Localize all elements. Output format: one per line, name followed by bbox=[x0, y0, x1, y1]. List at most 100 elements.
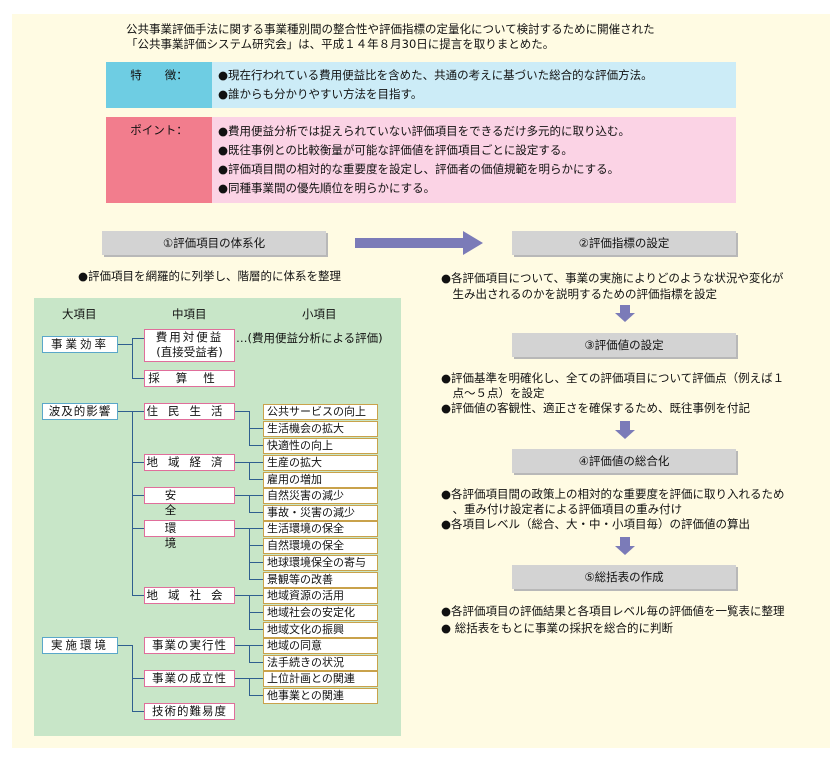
connector-line bbox=[132, 711, 144, 712]
step-3-notes: ●評価基準を明確化し、全ての評価項目について評価点（例えば１ 点〜５点）を設定 … bbox=[441, 371, 836, 416]
mid-item-environment: 環境 bbox=[144, 520, 235, 550]
down-arrow-icon bbox=[615, 546, 635, 555]
connector-line bbox=[249, 629, 263, 630]
step-4-note: 、重み付け設定者による評価項目の重み付け bbox=[441, 502, 683, 516]
major-item-ripple-effects: 波及的影響 bbox=[42, 403, 118, 420]
features-label: 特 徴： bbox=[106, 62, 212, 108]
down-arrow-stem bbox=[620, 421, 630, 430]
mid-item-profitability: 採算性 bbox=[144, 370, 235, 387]
point-item: ●同種事業間の優先順位を明らかにする。 bbox=[218, 181, 436, 195]
connector-line bbox=[249, 445, 263, 446]
down-arrow-stem bbox=[620, 305, 630, 313]
step-5-notes: ●各評価項目の評価結果と各項目レベル毎の評価値を一覧表に整理 ● 総括表をもとに… bbox=[441, 603, 836, 637]
step-5-note: ● 総括表をもとに事業の採択を総合的に判断 bbox=[441, 621, 673, 635]
mid-item-regional-economy: 地域経済 bbox=[144, 454, 235, 471]
connector-line bbox=[118, 645, 132, 646]
feature-item: ●誰からも分かりやすい方法を目指す。 bbox=[218, 87, 423, 101]
connector-line bbox=[249, 428, 263, 429]
point-item: ●既往事例との比較衡量が可能な評価値を評価項目ごとに設定する。 bbox=[218, 143, 573, 157]
cost-benefit-line-1: 費用対便益 bbox=[155, 330, 224, 344]
minor-item: 景観等の改善 bbox=[263, 572, 378, 588]
point-item: ●費用便益分析では捉えられていない評価項目をできるだけ多元的に取り込む。 bbox=[218, 124, 630, 138]
connector-line bbox=[132, 338, 144, 339]
connector-line bbox=[249, 678, 250, 695]
minor-item: 上位計画との関連 bbox=[263, 671, 378, 687]
connector-line bbox=[132, 495, 144, 496]
connector-line bbox=[132, 411, 144, 412]
features-body: ●現在行われている費用便益比を含めた、共通の考えに基づいた総合的な評価方法。 ●… bbox=[212, 62, 736, 108]
mid-item-technical-difficulty: 技術的難易度 bbox=[144, 703, 235, 720]
connector-line bbox=[132, 462, 144, 463]
minor-item: 公共サービスの向上 bbox=[263, 404, 378, 420]
major-item-implementation: 実施環境 bbox=[42, 637, 118, 654]
minor-item: 地球環境保全の寄与 bbox=[263, 555, 378, 571]
step-4-note: ●各評価項目間の政策上の相対的な重要度を評価に取り入れるため bbox=[441, 487, 785, 501]
down-arrow-stem bbox=[620, 537, 630, 546]
step-4-box: ④評価値の総合化 bbox=[512, 449, 736, 473]
connector-line bbox=[249, 645, 250, 662]
minor-item: 地域社会の安定化 bbox=[263, 605, 378, 621]
down-arrow-icon bbox=[615, 430, 635, 439]
connector-line bbox=[132, 678, 144, 679]
connector-line bbox=[132, 411, 133, 595]
step-3-note: ●評価基準を明確化し、全ての評価項目について評価点（例えば１ bbox=[441, 371, 785, 385]
connector-line bbox=[249, 528, 250, 579]
minor-item: 法手続きの状況 bbox=[263, 655, 378, 671]
step-3-note: ●評価値の客観性、適正さを確保するため、既往事例を付記 bbox=[441, 401, 751, 415]
points-label: ポイント： bbox=[106, 117, 212, 203]
connector-line bbox=[235, 411, 249, 412]
connector-line bbox=[132, 595, 144, 596]
mid-item-residents: 住民生活 bbox=[144, 403, 235, 420]
connector-line bbox=[249, 462, 250, 479]
step-2-note: ●各評価項目について、事業の実施によりどのような状況や変化が bbox=[441, 271, 784, 285]
step-4-note: ●各項目レベル（総合、大・中・小項目毎）の評価値の算出 bbox=[441, 517, 751, 531]
connector-line bbox=[249, 512, 263, 513]
connector-line bbox=[118, 344, 132, 345]
connector-line bbox=[132, 338, 133, 379]
minor-item: 生産の拡大 bbox=[263, 455, 378, 471]
connector-line bbox=[249, 662, 263, 663]
step-2-note: 生み出されるのかを説明するための評価指標を設定 bbox=[441, 287, 717, 301]
connector-line bbox=[249, 579, 263, 580]
minor-item: 事故・災害の減少 bbox=[263, 505, 378, 521]
minor-item: 地域文化の振興 bbox=[263, 622, 378, 638]
connector-line bbox=[132, 528, 144, 529]
cost-benefit-line-2: (直接受益者) bbox=[156, 345, 223, 359]
minor-item: 地域の同意 bbox=[263, 638, 378, 654]
mid-item-safety: 安全 bbox=[144, 487, 235, 517]
step-5-box: ⑤総括表の作成 bbox=[512, 565, 736, 589]
mid-item-cost-benefit: 費用対便益 (直接受益者) bbox=[144, 329, 235, 362]
mid-item-feasibility: 事業の実行性 bbox=[144, 637, 235, 654]
intro-line-2: 「公共事業評価システム研究会」は、平成１４年８月30日に提言を取りまとめた。 bbox=[126, 37, 555, 51]
step-1-note: ●評価項目を網羅的に列挙し、階層的に体系を整理 bbox=[78, 269, 342, 283]
connector-line bbox=[249, 562, 263, 563]
connector-line bbox=[249, 479, 263, 480]
connector-line bbox=[132, 378, 144, 379]
minor-item: 自然環境の保全 bbox=[263, 538, 378, 554]
minor-item: 生活環境の保全 bbox=[263, 521, 378, 537]
header-major: 大項目 bbox=[62, 307, 97, 321]
header-middle: 中項目 bbox=[172, 307, 207, 321]
mid-item-regional-society: 地域社会 bbox=[144, 587, 235, 604]
minor-item: 雇用の増加 bbox=[263, 472, 378, 488]
minor-item: 地域資源の活用 bbox=[263, 588, 378, 604]
header-minor: 小項目 bbox=[302, 307, 337, 321]
step-5-note: ●各評価項目の評価結果と各項目レベル毎の評価値を一覧表に整理 bbox=[441, 604, 785, 618]
step-1-box: ①評価項目の体系化 bbox=[102, 231, 326, 255]
points-body: ●費用便益分析では捉えられていない評価項目をできるだけ多元的に取り込む。 ●既往… bbox=[212, 117, 736, 203]
intro-text: 公共事業評価手法に関する事業種別間の整合性や評価指標の定量化について検討するため… bbox=[126, 22, 726, 52]
step-4-notes: ●各評価項目間の政策上の相対的な重要度を評価に取り入れるため 、重み付け設定者に… bbox=[441, 487, 836, 532]
major-item-efficiency: 事業効率 bbox=[42, 336, 118, 353]
connector-line bbox=[249, 612, 263, 613]
down-arrow-icon bbox=[615, 313, 635, 322]
connector-line bbox=[249, 695, 263, 696]
connector-line bbox=[118, 411, 132, 412]
step-3-note: 点〜５点）を設定 bbox=[441, 386, 545, 400]
minor-item: 自然災害の減少 bbox=[263, 488, 378, 504]
minor-item: 快適性の向上 bbox=[263, 438, 378, 454]
mid-item-viability: 事業の成立性 bbox=[144, 670, 235, 687]
right-arrow-icon bbox=[355, 231, 483, 255]
intro-line-1: 公共事業評価手法に関する事業種別間の整合性や評価指標の定量化について検討するため… bbox=[126, 22, 655, 36]
cost-benefit-note: …(費用便益分析による評価) bbox=[236, 331, 383, 345]
step-2-notes: ●各評価項目について、事業の実施によりどのような状況や変化が 生み出されるのかを… bbox=[441, 270, 836, 302]
